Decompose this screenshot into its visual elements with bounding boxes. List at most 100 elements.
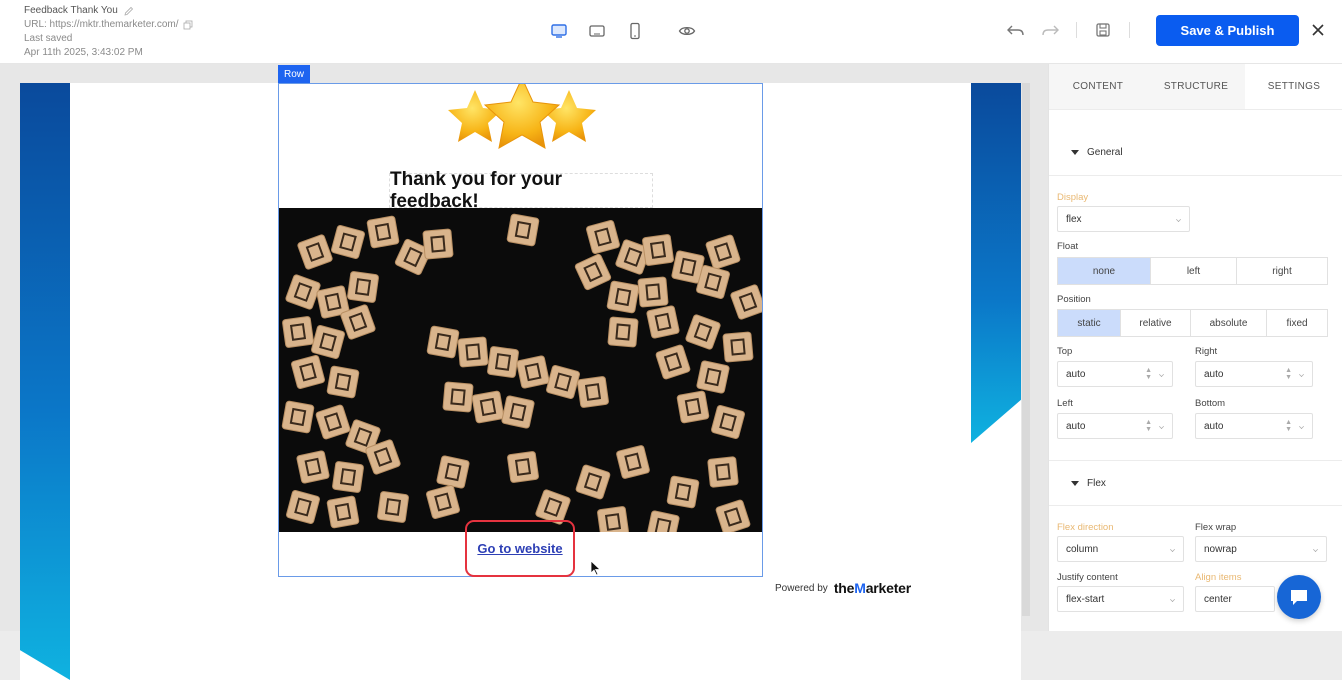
position-label: Position (1057, 294, 1091, 305)
properties-panel: CONTENT STRUCTURE SETTINGS General Displ… (1048, 64, 1342, 631)
dropdown-arrow-icon (1313, 547, 1318, 552)
heading-block[interactable]: Thank you for your feedback! (389, 169, 653, 212)
themarketer-logo: theMarketer (834, 580, 911, 596)
align-items-value: center (1204, 593, 1232, 605)
general-section-header[interactable]: General (1049, 130, 1342, 176)
desktop-view-icon[interactable] (548, 20, 570, 42)
tab-settings[interactable]: SETTINGS (1245, 64, 1342, 109)
float-segmented-control: none left right (1057, 257, 1328, 285)
save-icon[interactable] (1091, 18, 1115, 42)
position-static-option[interactable]: static (1058, 310, 1121, 336)
stepper-icon[interactable]: ▲ ▼ (1285, 419, 1292, 433)
chat-support-button[interactable] (1277, 575, 1321, 619)
page-title: Feedback Thank You (24, 5, 118, 16)
flex-wrap-value: nowrap (1204, 543, 1237, 555)
top-value: auto (1066, 368, 1086, 380)
row-selection-tag[interactable]: Row (278, 65, 311, 83)
stepper-icon[interactable]: ▲ ▼ (1145, 419, 1152, 433)
preview-eye-icon[interactable] (676, 20, 698, 42)
left-input[interactable]: auto ▲ ▼ (1057, 413, 1173, 439)
selected-row[interactable]: Thank you for your feedback! Go to websi… (278, 83, 763, 577)
position-relative-option[interactable]: relative (1121, 310, 1191, 336)
flex-direction-value: column (1066, 543, 1099, 555)
align-items-select[interactable]: center (1195, 586, 1275, 612)
toolbar-divider (1129, 22, 1130, 38)
general-section-title: General (1087, 147, 1123, 158)
copy-link-icon[interactable] (183, 20, 193, 30)
powered-by-badge: Powered by theMarketer (775, 580, 911, 596)
flex-direction-select[interactable]: column (1057, 536, 1184, 562)
scrabble-tiles-photo[interactable] (279, 208, 762, 532)
dropdown-arrow-icon (1159, 424, 1164, 429)
last-saved-label: Last saved (24, 33, 73, 44)
undo-icon[interactable] (1004, 18, 1028, 42)
top-label: Top (1057, 346, 1073, 357)
left-value: auto (1066, 420, 1086, 432)
go-to-website-link[interactable]: Go to website (477, 541, 562, 556)
dropdown-arrow-icon (1299, 372, 1304, 377)
mouse-cursor-icon (590, 560, 602, 576)
justify-content-label: Justify content (1057, 572, 1118, 583)
canvas-scrollbar[interactable] (1022, 83, 1030, 616)
flex-direction-label: Flex direction (1057, 522, 1114, 533)
flex-wrap-label: Flex wrap (1195, 522, 1237, 533)
save-and-publish-button[interactable]: Save & Publish (1156, 15, 1299, 46)
thank-you-heading: Thank you for your feedback! (390, 168, 563, 212)
chat-bubble-icon (1291, 590, 1307, 605)
display-label: Display (1057, 192, 1089, 203)
justify-content-select[interactable]: flex-start (1057, 586, 1184, 612)
stars-image (448, 84, 596, 149)
right-value: auto (1204, 368, 1224, 380)
right-decorative-stripe (971, 83, 1021, 443)
float-label: Float (1057, 241, 1079, 252)
justify-content-value: flex-start (1066, 593, 1105, 605)
dropdown-arrow-icon (1299, 424, 1304, 429)
page-url: URL: https://mktr.themarketer.com/ (24, 19, 179, 30)
top-bar: Feedback Thank You URL: https://mktr.the… (0, 0, 1342, 64)
stepper-icon[interactable]: ▲ ▼ (1145, 367, 1152, 381)
bottom-value: auto (1204, 420, 1224, 432)
left-label: Left (1057, 398, 1073, 409)
float-left-option[interactable]: left (1151, 258, 1237, 284)
position-absolute-option[interactable]: absolute (1191, 310, 1267, 336)
edit-title-icon[interactable] (124, 6, 134, 16)
float-right-option[interactable]: right (1237, 258, 1327, 284)
close-icon[interactable] (1308, 20, 1328, 40)
flex-wrap-select[interactable]: nowrap (1195, 536, 1327, 562)
bottom-input[interactable]: auto ▲ ▼ (1195, 413, 1313, 439)
left-decorative-stripe (20, 83, 70, 680)
link-selection-outline[interactable]: Go to website (465, 520, 575, 577)
dropdown-arrow-icon (1170, 597, 1175, 602)
tablet-view-icon[interactable] (586, 20, 608, 42)
collapse-caret-icon (1071, 480, 1079, 486)
dropdown-arrow-icon (1159, 372, 1164, 377)
brand-prefix: the (833, 580, 855, 596)
flex-section-header[interactable]: Flex (1049, 460, 1342, 506)
history-tools (1004, 18, 1144, 42)
flex-section-title: Flex (1087, 477, 1106, 489)
float-none-option[interactable]: none (1058, 258, 1151, 284)
top-input[interactable]: auto ▲ ▼ (1057, 361, 1173, 387)
right-input[interactable]: auto ▲ ▼ (1195, 361, 1313, 387)
stepper-icon[interactable]: ▲ ▼ (1285, 367, 1292, 381)
powered-by-label: Powered by (775, 582, 828, 594)
bottom-label: Bottom (1195, 398, 1226, 409)
last-saved-time: Apr 11th 2025, 3:43:02 PM (24, 47, 143, 58)
collapse-caret-icon (1071, 150, 1079, 155)
tab-content[interactable]: CONTENT (1049, 64, 1147, 109)
redo-icon[interactable] (1038, 18, 1062, 42)
mobile-view-icon[interactable] (624, 20, 646, 42)
brand-initial: M (854, 580, 866, 596)
position-segmented-control: static relative absolute fixed (1057, 309, 1328, 337)
align-items-label: Align items (1195, 572, 1242, 583)
device-preview-switcher (548, 20, 698, 42)
dropdown-arrow-icon (1170, 547, 1175, 552)
display-value: flex (1066, 213, 1082, 225)
panel-tabs: CONTENT STRUCTURE SETTINGS (1049, 64, 1342, 110)
position-fixed-option[interactable]: fixed (1267, 310, 1327, 336)
page-meta: Feedback Thank You URL: https://mktr.the… (24, 4, 193, 60)
display-select[interactable]: flex (1057, 206, 1190, 232)
tab-structure[interactable]: STRUCTURE (1147, 64, 1245, 109)
right-label: Right (1195, 346, 1218, 357)
brand-suffix: arketer (865, 580, 912, 596)
